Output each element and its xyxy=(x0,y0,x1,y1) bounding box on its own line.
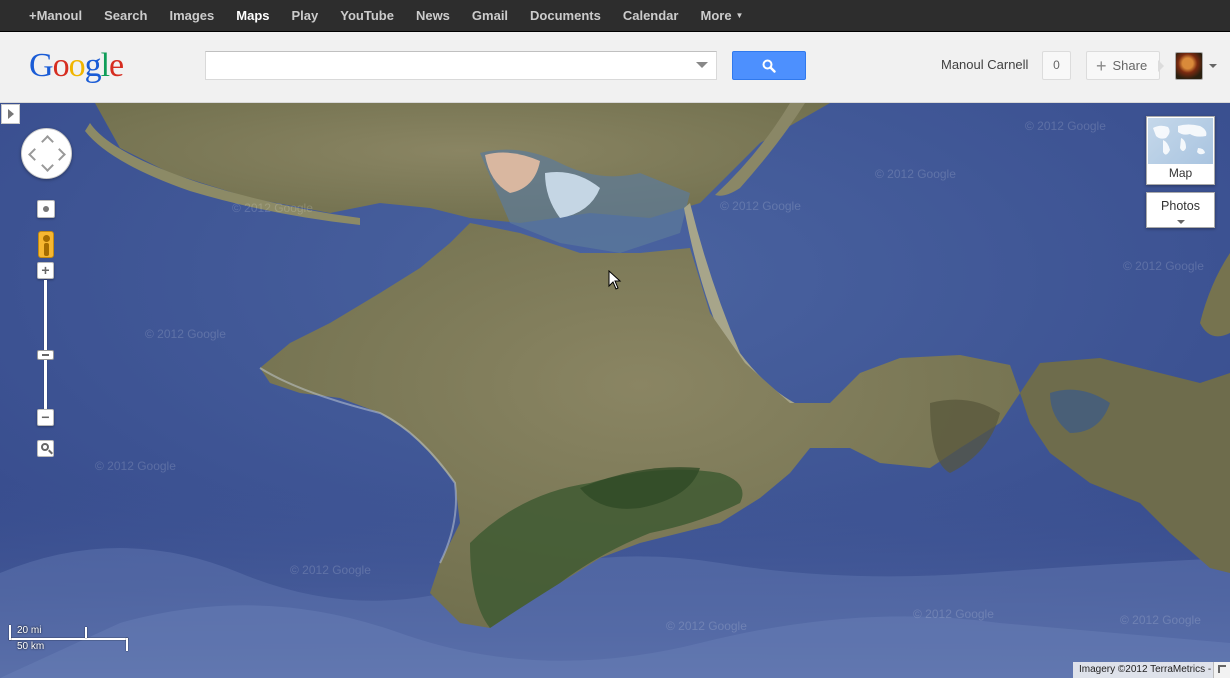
logo-letter: e xyxy=(109,47,124,84)
side-panel-toggle[interactable] xyxy=(1,104,20,124)
pan-down-icon[interactable] xyxy=(41,159,54,172)
user-name[interactable]: Manoul Carnell xyxy=(941,57,1028,72)
logo-letter: G xyxy=(29,47,54,84)
google-bar-nav: +Manoul Search Images Maps Play YouTube … xyxy=(0,0,1230,32)
share-label: Share xyxy=(1112,58,1148,73)
satellite-imagery xyxy=(0,103,1230,678)
map-scale: 20 mi 50 km xyxy=(9,625,129,652)
imagery-attribution[interactable]: Imagery ©2012 TerraMetrics - xyxy=(1073,662,1218,678)
pan-up-icon[interactable] xyxy=(41,135,54,148)
logo-letter: g xyxy=(84,47,102,84)
nav-item-label: YouTube xyxy=(340,8,394,23)
chevron-down-icon[interactable] xyxy=(1177,220,1185,224)
zoom-in-button[interactable]: + xyxy=(37,262,54,279)
nav-item-gmail[interactable]: Gmail xyxy=(461,0,519,32)
scale-miles: 20 mi xyxy=(17,625,42,636)
pan-right-icon[interactable] xyxy=(53,148,66,161)
nav-item-calendar[interactable]: Calendar xyxy=(612,0,690,32)
avatar[interactable] xyxy=(1175,52,1203,80)
nav-item-label: Play xyxy=(291,8,319,23)
scale-tick xyxy=(85,627,87,638)
search-input[interactable] xyxy=(206,52,676,79)
nav-item-label: Documents xyxy=(530,8,601,23)
nav-item-documents[interactable]: Documents xyxy=(519,0,612,32)
nav-item-more[interactable]: More ▼ xyxy=(689,0,754,32)
zoom-out-button[interactable]: − xyxy=(37,409,54,426)
google-bar: +Manoul Search Images Maps Play YouTube … xyxy=(0,0,1230,32)
scale-bar xyxy=(9,638,128,640)
nav-item-label: +Manoul xyxy=(29,8,83,23)
nav-item-label: Calendar xyxy=(622,8,679,23)
dropdown-arrow-icon[interactable] xyxy=(696,62,708,68)
logo-letter: o xyxy=(52,47,70,84)
logo-letter: l xyxy=(100,47,111,84)
pan-control[interactable] xyxy=(21,128,72,179)
google-logo[interactable]: Google xyxy=(29,46,124,86)
nav-item-profile[interactable]: +Manoul xyxy=(20,0,93,32)
header: Google Manoul Carnell 0 + Share xyxy=(0,32,1230,103)
nav-item-maps[interactable]: Maps xyxy=(225,0,280,32)
plus-icon: + xyxy=(1096,55,1107,76)
share-button[interactable]: + Share xyxy=(1086,51,1160,80)
layer-photos-label: Photos xyxy=(1161,199,1200,213)
map-canvas[interactable]: © 2012 Google © 2012 Google © 2012 Googl… xyxy=(0,103,1230,678)
chevron-right-icon xyxy=(7,109,14,119)
zoom-slider-handle[interactable] xyxy=(37,350,54,360)
pegman-body xyxy=(44,243,49,256)
logo-letter: o xyxy=(68,47,86,84)
zoom-region-button[interactable] xyxy=(37,440,54,457)
scale-tick xyxy=(126,638,128,651)
overview-toggle-icon[interactable] xyxy=(1213,662,1230,678)
nav-item-play[interactable]: Play xyxy=(281,0,330,32)
nav-item-label: Gmail xyxy=(471,8,509,23)
nav-item-label: News xyxy=(415,8,450,23)
nav-item-label: Maps xyxy=(236,8,270,23)
arrow-up-left-icon xyxy=(1218,665,1226,673)
nav-item-search[interactable]: Search xyxy=(93,0,158,32)
chevron-down-icon[interactable] xyxy=(1209,64,1217,68)
layer-map-label: Map xyxy=(1168,166,1193,180)
nav-item-label: Images xyxy=(169,8,215,23)
layer-photos-button[interactable]: Photos xyxy=(1146,192,1215,228)
grip-icon xyxy=(42,354,49,356)
nav-item-news[interactable]: News xyxy=(405,0,461,32)
nav-item-label: Search xyxy=(104,8,148,23)
pegman-icon[interactable] xyxy=(38,231,54,258)
pan-left-icon[interactable] xyxy=(28,148,41,161)
layer-map-button[interactable]: Map xyxy=(1146,116,1215,185)
magnifier-handle xyxy=(48,449,53,455)
zoom-slider-track[interactable] xyxy=(44,280,47,409)
scale-km: 50 km xyxy=(17,641,45,652)
location-dot-icon xyxy=(43,206,49,212)
nav-item-images[interactable]: Images xyxy=(158,0,225,32)
my-location-button[interactable] xyxy=(37,200,55,218)
map-thumbnail xyxy=(1148,118,1213,164)
search-box xyxy=(205,51,717,80)
search-button[interactable] xyxy=(732,51,806,80)
nav-item-label: More xyxy=(700,8,732,23)
world-map-icon xyxy=(1153,124,1207,155)
nav-item-youtube[interactable]: YouTube xyxy=(329,0,405,32)
mouse-cursor-icon xyxy=(608,270,622,290)
search-icon xyxy=(762,59,776,73)
scale-tick xyxy=(9,625,11,640)
share-pointer xyxy=(1158,60,1164,72)
notification-count[interactable]: 0 xyxy=(1042,51,1071,80)
chevron-down-icon: ▼ xyxy=(735,11,744,20)
pegman-head xyxy=(43,235,50,242)
